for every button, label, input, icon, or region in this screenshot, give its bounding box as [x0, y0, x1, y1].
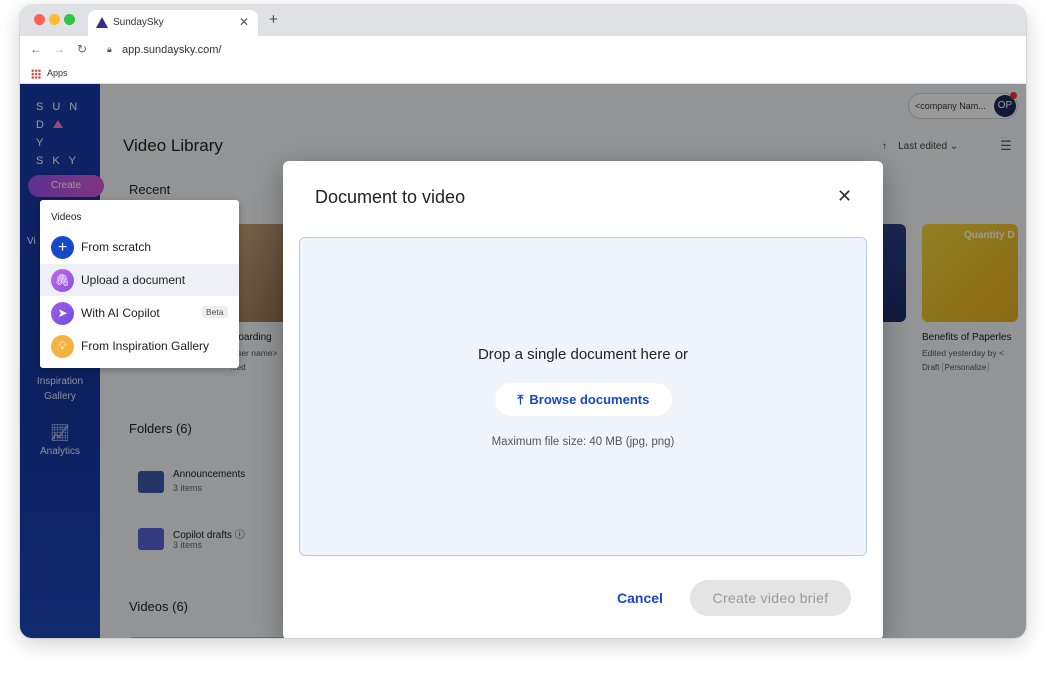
close-icon[interactable]: ✕	[837, 186, 852, 206]
address-bar: ← → ↻ 🔒︎ app.sundaysky.com/	[20, 36, 1026, 64]
maximize-window-button[interactable]	[64, 14, 75, 25]
back-icon[interactable]: ←	[30, 42, 42, 56]
document-to-video-modal: Document to video ✕ Drop a single docume…	[283, 161, 883, 638]
upload-arrow-icon: ⤒	[517, 392, 524, 407]
paper-plane-icon: ➤	[51, 302, 74, 325]
menu-item-from-scratch[interactable]: + From scratch	[40, 231, 239, 263]
create-video-brief-button[interactable]: Create video brief	[690, 580, 851, 616]
lightbulb-icon: 💡︎	[51, 335, 74, 358]
menu-item-ai-copilot[interactable]: ➤ With AI Copilot Beta	[40, 297, 239, 329]
drop-instructions: Drop a single document here or	[477, 346, 689, 363]
minimize-window-button[interactable]	[49, 14, 60, 25]
beta-badge: Beta	[202, 306, 228, 318]
apps-bookmark[interactable]: Apps	[47, 68, 68, 78]
reload-icon[interactable]: ↻	[77, 42, 87, 56]
forward-icon[interactable]: →	[53, 42, 65, 56]
app-area: SUN DY SKY Vi Inspiration Gallery 📈︎ Ana…	[20, 84, 1026, 638]
paperclip-icon: 🖇︎	[51, 269, 74, 292]
document-dropzone[interactable]: Drop a single document here or ⤒ Browse d…	[299, 237, 867, 556]
apps-grid-icon[interactable]	[31, 69, 41, 79]
cancel-button[interactable]: Cancel	[617, 590, 663, 606]
menu-item-label: From Inspiration Gallery	[81, 339, 210, 353]
plus-icon: +	[51, 236, 74, 259]
new-tab-button[interactable]: +	[269, 11, 278, 28]
browse-documents-button[interactable]: ⤒ Browse documents	[495, 383, 672, 416]
sundaysky-logo-icon	[96, 17, 108, 28]
menu-item-label: From scratch	[81, 240, 152, 254]
url-field[interactable]: app.sundaysky.com/	[122, 44, 221, 56]
menu-item-label: Upload a document	[81, 273, 186, 287]
browser-window: SundaySky ✕ + ← → ↻ 🔒︎ app.sundaysky.com…	[20, 5, 1026, 638]
menu-item-inspiration-gallery[interactable]: 💡︎ From Inspiration Gallery	[40, 330, 239, 362]
tab-close-icon[interactable]: ✕	[239, 15, 249, 29]
menu-item-label: With AI Copilot	[81, 306, 160, 320]
modal-title: Document to video	[315, 187, 466, 207]
bookmarks-bar: Apps	[20, 64, 1026, 84]
browse-label: Browse documents	[529, 392, 650, 407]
lock-icon: 🔒︎	[107, 44, 112, 54]
tab-bar: SundaySky ✕ +	[20, 5, 1026, 36]
create-menu: Videos + From scratch 🖇︎ Upload a docume…	[40, 200, 239, 368]
menu-item-upload-document[interactable]: 🖇︎ Upload a document	[40, 264, 239, 296]
create-menu-heading: Videos	[51, 212, 82, 223]
tab-title: SundaySky	[113, 17, 164, 28]
browser-tab[interactable]: SundaySky ✕	[88, 10, 258, 36]
close-window-button[interactable]	[34, 14, 45, 25]
max-file-size-note: Maximum file size: 40 MB (jpg, png)	[491, 436, 675, 448]
